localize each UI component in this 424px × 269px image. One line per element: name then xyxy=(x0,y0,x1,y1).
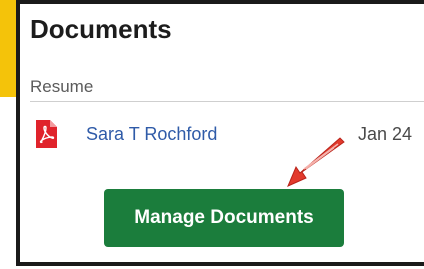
section-label-resume: Resume xyxy=(30,77,94,96)
pdf-file-icon[interactable] xyxy=(36,120,57,148)
panel-title: Documents xyxy=(30,14,172,44)
document-date: Jan 24 xyxy=(358,124,413,144)
documents-screenshot: Documents Resume Sara T Rochford Jan 24 … xyxy=(0,0,424,269)
section-divider xyxy=(30,101,424,102)
manage-documents-button[interactable]: Manage Documents xyxy=(104,189,344,247)
document-link-sara-t-rochford[interactable]: Sara T Rochford xyxy=(86,124,217,145)
